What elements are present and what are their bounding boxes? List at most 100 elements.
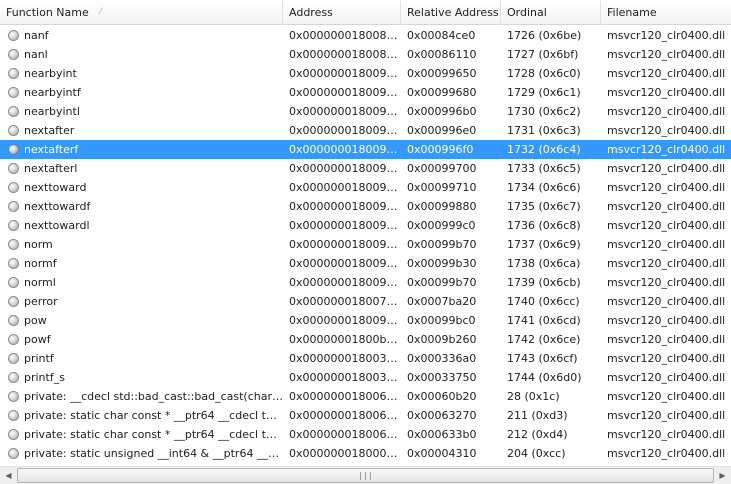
column-header-relative-address[interactable]: Relative Address	[401, 0, 501, 25]
ordinal-cell: 1740 (0x6cc)	[507, 295, 580, 308]
table-row[interactable]: norm 0x0000000180099b... 0x00099b70 1737 (0…	[0, 235, 731, 254]
function-bullet-icon	[8, 277, 19, 288]
relative-address-cell: 0x000996f0	[407, 143, 474, 156]
table-row[interactable]: private: static char const * __ptr64 __c…	[0, 406, 731, 425]
ordinal-cell: 212 (0xd4)	[507, 428, 568, 441]
table-row[interactable]: nanf 0x0000000180084c... 0x00084ce0 1726 (0…	[0, 26, 731, 45]
table-row[interactable]: printf 0x00000001800336... 0x000336a0 1743 …	[0, 349, 731, 368]
relative-address-cell: 0x00099680	[407, 86, 477, 99]
function-bullet-icon	[8, 448, 19, 459]
table-row[interactable]: private: static unsigned __int64 & __ptr…	[0, 444, 731, 463]
relative-address-cell: 0x00060b20	[407, 390, 477, 403]
ordinal-cell: 28 (0x1c)	[507, 390, 560, 403]
ordinal-cell: 1737 (0x6c9)	[507, 238, 581, 251]
function-bullet-icon	[8, 372, 19, 383]
table-row[interactable]: normf 0x0000000180099b... 0x00099b30 1738 (…	[0, 254, 731, 273]
filename-cell: msvcr120_clr0400.dll	[607, 276, 726, 289]
ordinal-cell: 1726 (0x6be)	[507, 29, 582, 42]
address-cell: 0x00000001800336...	[289, 352, 401, 365]
relative-address-cell: 0x00099710	[407, 181, 477, 194]
table-row[interactable]: nearbyintf 0x00000001800996... 0x00099680 1…	[0, 83, 731, 102]
sort-indicator-icon: ⁄	[100, 7, 102, 17]
filename-cell: msvcr120_clr0400.dll	[607, 409, 726, 422]
function-bullet-icon	[8, 391, 19, 402]
address-cell: 0x0000000180099b...	[289, 238, 401, 251]
function-bullet-icon	[8, 353, 19, 364]
relative-address-cell: 0x00099880	[407, 200, 477, 213]
filename-cell: msvcr120_clr0400.dll	[607, 200, 726, 213]
table-row[interactable]: nextafterf 0x00000001800996f0 0x000996f0 17…	[0, 140, 731, 159]
table-row[interactable]: powf 0x00000001800b2... 0x0009b260 1742 (0x…	[0, 330, 731, 349]
scroll-left-arrow-icon[interactable]: ◀	[0, 467, 17, 484]
function-name-cell: nearbyintl	[0, 102, 283, 121]
function-name-cell: perror	[0, 292, 283, 311]
relative-address-cell: 0x000336a0	[407, 352, 477, 365]
address-cell: 0x00000001800997...	[289, 181, 401, 194]
column-header-address-label: Address	[289, 6, 333, 19]
table-row[interactable]: private: __cdecl std::bad_cast::bad_cast…	[0, 387, 731, 406]
relative-address-cell: 0x000996e0	[407, 124, 477, 137]
table-row[interactable]: nearbyint 0x00000001800996... 0x00099650 17…	[0, 64, 731, 83]
table-row[interactable]: nanl 0x000000018008611... 0x00086110 1727 (…	[0, 45, 731, 64]
table-row[interactable]: printf_s 0x00000001800337... 0x00033750 174…	[0, 368, 731, 387]
relative-address-cell: 0x000633b0	[407, 428, 477, 441]
relative-address-cell: 0x00086110	[407, 48, 477, 61]
table-row[interactable]: nextafterl 0x00000001800997... 0x00099700 1…	[0, 159, 731, 178]
column-header-function-name[interactable]: Function Name ⁄	[0, 0, 283, 25]
table-row[interactable]: perror 0x000000018007ba... 0x0007ba20 1740 …	[0, 292, 731, 311]
function-bullet-icon	[8, 144, 19, 155]
horizontal-scrollbar[interactable]: ◀ ||| ▶	[0, 466, 731, 484]
scroll-right-arrow-icon[interactable]: ▶	[714, 467, 731, 484]
function-bullet-icon	[8, 315, 19, 326]
ordinal-cell: 1744 (0x6d0)	[507, 371, 582, 384]
relative-address-cell: 0x00099b30	[407, 257, 477, 270]
address-cell: 0x000000018007ba...	[289, 295, 401, 308]
function-name: private: static char const * __ptr64 __c…	[24, 409, 283, 422]
table-row[interactable]: pow 0x0000000180099b... 0x00099bc0 1741 (0x…	[0, 311, 731, 330]
function-bullet-icon	[8, 163, 19, 174]
table-row[interactable]: nexttowardf 0x00000001800998... 0x00099880…	[0, 197, 731, 216]
function-name-cell: private: static unsigned __int64 & __ptr…	[0, 444, 283, 463]
table-row[interactable]: nearbyintl 0x00000001800996... 0x000996b0 1…	[0, 102, 731, 121]
ordinal-cell: 1730 (0x6c2)	[507, 105, 581, 118]
address-cell: 0x00000001800996...	[289, 67, 401, 80]
ordinal-cell: 1729 (0x6c1)	[507, 86, 581, 99]
function-name: nanl	[24, 48, 48, 61]
scroll-grip-icon: |||	[358, 471, 373, 480]
function-bullet-icon	[8, 258, 19, 269]
function-list-grid: Function Name ⁄ Address Relative Address…	[0, 0, 731, 466]
column-header-address[interactable]: Address	[283, 0, 401, 25]
address-cell: 0x00000001800998...	[289, 200, 401, 213]
scroll-thumb[interactable]: |||	[17, 468, 714, 483]
table-row[interactable]: private: static char const * __ptr64 __c…	[0, 425, 731, 444]
table-row[interactable]: norml 0x0000000180099b... 0x00099b70 1739 (…	[0, 273, 731, 292]
filename-cell: msvcr120_clr0400.dll	[607, 29, 726, 42]
table-row[interactable]: nexttoward 0x00000001800997... 0x00099710 1…	[0, 178, 731, 197]
address-cell: 0x0000000180099b...	[289, 314, 401, 327]
column-header-relative-address-label: Relative Address	[407, 6, 499, 19]
address-cell: 0x00000001800996...	[289, 124, 401, 137]
function-bullet-icon	[8, 239, 19, 250]
table-row[interactable]: nextafter 0x00000001800996... 0x000996e0 17…	[0, 121, 731, 140]
function-name: perror	[24, 295, 58, 308]
function-name-cell: nexttoward	[0, 178, 283, 197]
column-header-ordinal[interactable]: Ordinal	[501, 0, 601, 25]
column-header-filename-label: Filename	[607, 6, 657, 19]
ordinal-cell: 1731 (0x6c3)	[507, 124, 581, 137]
address-cell: 0x00000001800337...	[289, 371, 401, 384]
function-name-cell: nanf	[0, 26, 283, 45]
column-header-filename[interactable]: Filename	[601, 0, 731, 25]
address-cell: 0x00000001800996...	[289, 86, 401, 99]
filename-cell: msvcr120_clr0400.dll	[607, 314, 726, 327]
function-name: norml	[24, 276, 56, 289]
ordinal-cell: 1727 (0x6bf)	[507, 48, 579, 61]
function-name: norm	[24, 238, 53, 251]
relative-address-cell: 0x00084ce0	[407, 29, 476, 42]
function-name-cell: nanl	[0, 45, 283, 64]
table-row[interactable]: nexttowardl 0x00000001800999... 0x000999c0…	[0, 216, 731, 235]
function-name-cell: private: static char const * __ptr64 __c…	[0, 425, 283, 444]
filename-cell: msvcr120_clr0400.dll	[607, 447, 726, 460]
address-cell: 0x0000000180099b...	[289, 276, 401, 289]
scroll-track[interactable]: |||	[17, 467, 714, 484]
function-bullet-icon	[8, 87, 19, 98]
